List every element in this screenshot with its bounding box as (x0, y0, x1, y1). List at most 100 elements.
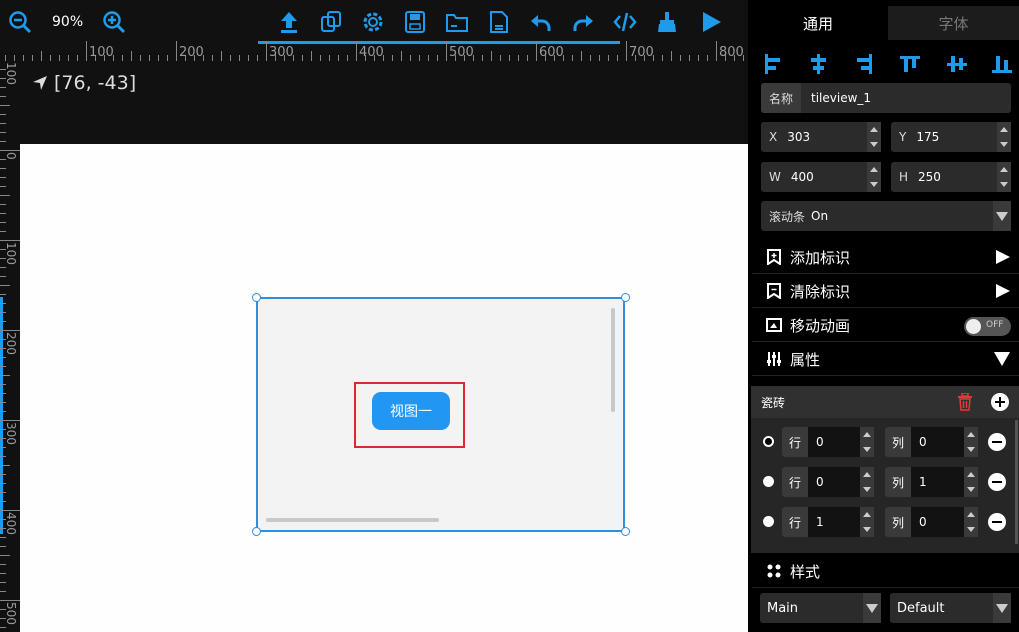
tile-row-value[interactable]: 0 (816, 475, 824, 489)
ruler-label: 200 (4, 332, 18, 355)
tile-row-field[interactable]: 行 0 (782, 427, 874, 457)
ruler-tick (0, 384, 6, 385)
remove-tile-icon[interactable] (988, 513, 1006, 531)
open-folder-icon[interactable] (443, 8, 471, 36)
row-stepper[interactable] (860, 427, 874, 457)
x-field[interactable]: X 303 (761, 122, 881, 152)
tile-col-value[interactable]: 0 (919, 515, 927, 529)
add-marker-row[interactable]: 添加标识 (752, 241, 1019, 274)
align-center-vertical-icon[interactable] (945, 52, 969, 76)
row-stepper[interactable] (860, 507, 874, 537)
y-stepper[interactable] (997, 122, 1011, 152)
tileview-horizontal-scrollbar[interactable] (266, 518, 439, 522)
tab-general[interactable]: 通用 (748, 6, 888, 40)
ruler-tick (0, 204, 6, 205)
row-stepper[interactable] (860, 467, 874, 497)
x-value[interactable]: 303 (777, 130, 810, 144)
properties-header[interactable]: 属性 (752, 343, 1019, 376)
tile-col-value[interactable]: 1 (919, 475, 927, 489)
code-icon[interactable] (611, 8, 639, 36)
align-left-icon[interactable] (762, 52, 786, 76)
ruler-tick (0, 195, 10, 196)
align-bottom-icon[interactable] (990, 52, 1014, 76)
x-stepper[interactable] (867, 122, 881, 152)
add-circle-icon[interactable] (991, 393, 1009, 411)
style-state-dropdown[interactable]: Default (890, 593, 1011, 623)
name-value[interactable]: tileview_1 (801, 91, 871, 105)
ruler-label: 100 (89, 45, 114, 60)
tile-row-field[interactable]: 行 1 (782, 507, 874, 537)
tiles-scrollbar[interactable] (1015, 420, 1018, 544)
save-icon[interactable] (401, 8, 429, 36)
col-stepper[interactable] (964, 507, 978, 537)
play-arrow-icon[interactable] (995, 283, 1011, 299)
ruler-tick (0, 456, 6, 457)
resize-handle-bottom-left[interactable] (252, 527, 261, 536)
y-field[interactable]: Y 175 (891, 122, 1011, 152)
ruler-tick (0, 276, 6, 277)
redo-icon[interactable] (569, 8, 597, 36)
resize-handle-bottom-right[interactable] (621, 527, 630, 536)
ruler-tick (0, 375, 10, 376)
tile-col-value[interactable]: 0 (919, 435, 927, 449)
align-top-icon[interactable] (898, 52, 922, 76)
dots-grid-icon (764, 561, 784, 581)
move-animation-label: 移动动画 (790, 316, 851, 335)
clean-brush-icon[interactable] (653, 8, 681, 36)
height-stepper[interactable] (997, 162, 1011, 192)
resize-handle-top-right[interactable] (621, 293, 630, 302)
copy-icon[interactable] (317, 8, 345, 36)
width-stepper[interactable] (867, 162, 881, 192)
height-value[interactable]: 250 (908, 170, 941, 184)
run-icon[interactable] (697, 8, 725, 36)
ruler-tick (0, 96, 6, 97)
tile-select-radio[interactable] (763, 476, 774, 487)
tile-select-radio[interactable] (763, 436, 774, 447)
triangle-down-icon[interactable] (993, 351, 1011, 367)
ruler-label: 400 (4, 512, 18, 535)
ruler-tick (0, 546, 6, 547)
view-one-button[interactable]: 视图一 (372, 392, 450, 430)
tiles-header: 瓷砖 (751, 386, 1019, 418)
zoom-in-icon[interactable] (100, 8, 128, 36)
settings-icon[interactable] (359, 8, 387, 36)
col-stepper[interactable] (964, 427, 978, 457)
resize-handle-top-left[interactable] (252, 293, 261, 302)
ruler-tick (0, 114, 6, 115)
width-value[interactable]: 400 (781, 170, 814, 184)
ruler-tick (0, 366, 6, 367)
file-icon[interactable] (485, 8, 513, 36)
col-stepper[interactable] (964, 467, 978, 497)
move-animation-toggle[interactable]: OFF (964, 317, 1011, 336)
tileview-vertical-scrollbar[interactable] (611, 308, 615, 412)
col-label: 列 (885, 467, 911, 497)
align-center-horizontal-icon[interactable] (806, 52, 830, 76)
tile-col-field[interactable]: 列 1 (885, 467, 978, 497)
upload-icon[interactable] (275, 8, 303, 36)
tile-col-field[interactable]: 列 0 (885, 507, 978, 537)
ruler-label: 300 (4, 422, 18, 445)
ruler-label: 800 (719, 45, 744, 60)
name-field[interactable]: 名称 tileview_1 (761, 83, 1011, 113)
play-arrow-icon[interactable] (995, 249, 1011, 265)
align-right-icon[interactable] (851, 52, 875, 76)
clear-marker-row[interactable]: 清除标识 (752, 275, 1019, 308)
tile-row-value[interactable]: 1 (816, 515, 824, 529)
remove-tile-icon[interactable] (988, 433, 1006, 451)
remove-tile-icon[interactable] (988, 473, 1006, 491)
width-field[interactable]: W 400 (761, 162, 881, 192)
tile-row-value[interactable]: 0 (816, 435, 824, 449)
ruler-tick (0, 186, 6, 187)
delete-trash-icon[interactable] (957, 393, 973, 411)
undo-icon[interactable] (527, 8, 555, 36)
properties-label: 属性 (790, 350, 821, 369)
tab-font[interactable]: 字体 (888, 6, 1019, 40)
tile-select-radio[interactable] (763, 516, 774, 527)
tile-row-field[interactable]: 行 0 (782, 467, 874, 497)
scrollbar-dropdown[interactable]: 滚动条 On (761, 201, 1011, 231)
height-field[interactable]: H 250 (891, 162, 1011, 192)
tile-col-field[interactable]: 列 0 (885, 427, 978, 457)
zoom-out-icon[interactable] (6, 8, 34, 36)
y-value[interactable]: 175 (906, 130, 939, 144)
style-part-dropdown[interactable]: Main (760, 593, 881, 623)
